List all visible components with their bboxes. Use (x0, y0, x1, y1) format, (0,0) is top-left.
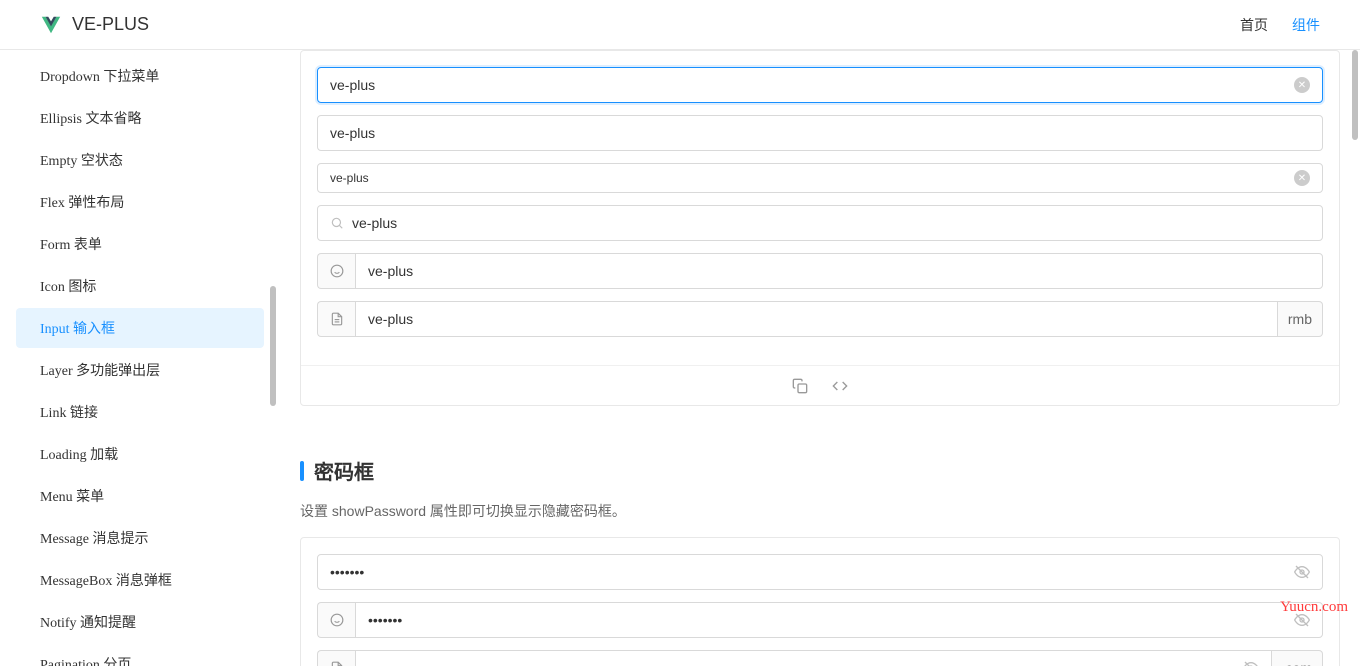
password-field-1[interactable] (330, 564, 1286, 580)
sidebar-item-menu[interactable]: Menu 菜单 (16, 476, 264, 516)
smile-icon (330, 264, 344, 278)
nav-components[interactable]: 组件 (1292, 15, 1320, 35)
search-icon (330, 216, 344, 230)
vue-logo-icon (40, 14, 62, 36)
main-content: ✕ ✕ (280, 50, 1360, 666)
sidebar-item-pagination[interactable]: Pagination 分页 (16, 644, 264, 666)
sidebar-item-flex[interactable]: Flex 弹性布局 (16, 182, 264, 222)
header-nav: 首页 组件 (1240, 15, 1320, 35)
section-header-password: 密码框 (300, 456, 1340, 485)
input-field-3[interactable] (330, 171, 1286, 185)
sidebar-item-link[interactable]: Link 链接 (16, 392, 264, 432)
password-input-1[interactable] (317, 554, 1323, 590)
sidebar-item-notify[interactable]: Notify 通知提醒 (16, 602, 264, 642)
header-left: VE-PLUS (40, 14, 149, 36)
input-field-6[interactable] (368, 311, 1265, 327)
sidebar-item-ellipsis[interactable]: Ellipsis 文本省略 (16, 98, 264, 138)
section-bar (300, 461, 304, 481)
input-with-addons[interactable] (355, 301, 1278, 337)
clear-icon[interactable]: ✕ (1294, 170, 1310, 186)
password-field-3[interactable] (368, 660, 1235, 666)
password-input-3[interactable] (355, 650, 1272, 666)
section-desc: 设置 showPassword 属性即可切换显示隐藏密码框。 (300, 501, 1340, 521)
input-basic[interactable] (317, 115, 1323, 151)
header: VE-PLUS 首页 组件 (0, 0, 1360, 50)
password-field-2[interactable] (368, 612, 1286, 628)
sidebar-item-icon[interactable]: Icon 图标 (16, 266, 264, 306)
sidebar-item-messagebox[interactable]: MessageBox 消息弹框 (16, 560, 264, 600)
password-input-2[interactable] (355, 602, 1323, 638)
addon-smile-2 (317, 602, 355, 638)
addon-file-2 (317, 650, 355, 666)
addon-rmb: rmb (1278, 301, 1323, 337)
input-field-4[interactable] (352, 215, 1310, 231)
eye-off-icon[interactable] (1294, 564, 1310, 580)
sidebar-item-layer[interactable]: Layer 多功能弹出层 (16, 350, 264, 390)
watermark: Yuucn.com (1280, 599, 1348, 616)
addon-file (317, 301, 355, 337)
eye-off-icon[interactable] (1243, 660, 1259, 666)
sidebar-item-dropdown[interactable]: Dropdown 下拉菜单 (16, 56, 264, 96)
copy-icon[interactable] (792, 378, 808, 394)
sidebar-item-form[interactable]: Form 表单 (16, 224, 264, 264)
sidebar-item-input[interactable]: Input 输入框 (16, 308, 264, 348)
nav-home[interactable]: 首页 (1240, 15, 1268, 35)
input-field-1[interactable] (330, 77, 1286, 93)
example-card-password: .com (300, 537, 1340, 666)
sidebar-item-message[interactable]: Message 消息提示 (16, 518, 264, 558)
sidebar: Dropdown 下拉菜单 Ellipsis 文本省略 Empty 空状态 Fl… (0, 50, 280, 666)
smile-icon (330, 613, 344, 627)
code-icon[interactable] (832, 378, 848, 394)
sidebar-scrollbar[interactable] (270, 286, 276, 406)
sidebar-item-empty[interactable]: Empty 空状态 (16, 140, 264, 180)
sidebar-item-loading[interactable]: Loading 加载 (16, 434, 264, 474)
clear-icon[interactable]: ✕ (1294, 77, 1310, 93)
addon-smile (317, 253, 355, 289)
card-footer (301, 365, 1339, 405)
addon-com: .com (1272, 650, 1323, 666)
file-icon (330, 312, 344, 326)
input-field-5[interactable] (368, 263, 1310, 279)
main-scrollbar[interactable] (1352, 50, 1358, 140)
input-small[interactable]: ✕ (317, 163, 1323, 193)
input-with-prefix[interactable] (355, 253, 1323, 289)
example-card-1: ✕ ✕ (300, 50, 1340, 406)
input-search[interactable] (317, 205, 1323, 241)
file-icon (330, 661, 344, 666)
input-field-2[interactable] (330, 125, 1310, 141)
section-title: 密码框 (314, 456, 374, 485)
input-focused[interactable]: ✕ (317, 67, 1323, 103)
brand-title: VE-PLUS (72, 14, 149, 35)
